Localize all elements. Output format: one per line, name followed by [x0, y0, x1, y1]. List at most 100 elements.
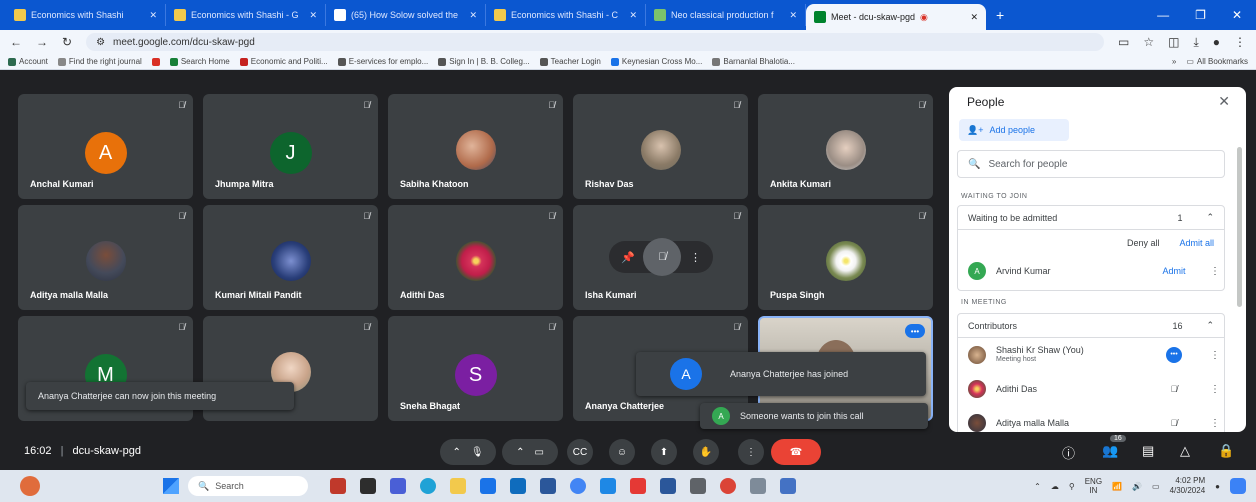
taskview-icon[interactable]: [360, 478, 376, 494]
bookmark[interactable]: Economic and Politi...: [239, 57, 328, 66]
settings-icon[interactable]: [750, 478, 766, 494]
search-people-input[interactable]: 🔍 Search for people: [957, 150, 1225, 178]
add-people-button[interactable]: 👤+ Add people: [959, 119, 1069, 141]
close-tab-icon[interactable]: ✕: [309, 10, 317, 21]
close-window-icon[interactable]: ✕: [1232, 8, 1242, 22]
raise-hand-button[interactable]: ✋: [693, 439, 719, 465]
more-options-icon[interactable]: ⋮: [1206, 418, 1224, 429]
camera-control[interactable]: ⌃ ▭: [502, 439, 558, 465]
edge-icon[interactable]: [420, 478, 436, 494]
chevron-up-icon[interactable]: ⌃: [1034, 482, 1041, 491]
new-tab-icon[interactable]: +: [996, 7, 1004, 23]
chevron-up-icon[interactable]: ⌃: [516, 447, 524, 458]
app-icon[interactable]: [780, 478, 796, 494]
deny-all-button[interactable]: Deny all: [1127, 238, 1160, 248]
taskbar-search[interactable]: 🔍 Search: [188, 476, 308, 496]
app-icon[interactable]: [480, 478, 496, 494]
forward-icon[interactable]: →: [36, 35, 48, 49]
chevron-up-icon[interactable]: ⌃: [1206, 212, 1214, 223]
more-options-icon[interactable]: ⋮: [690, 251, 701, 264]
chrome-icon[interactable]: [570, 478, 586, 494]
participant-tile[interactable]: 🎙̸ Sabiha Khatoon: [388, 94, 563, 199]
close-tab-icon[interactable]: ✕: [970, 12, 978, 23]
meeting-details-icon[interactable]: ⓘ: [1062, 443, 1075, 462]
chevron-up-icon[interactable]: ⌃: [1206, 320, 1214, 331]
participant-tile[interactable]: 🎙̸ S Sneha Bhagat: [388, 316, 563, 421]
participant-tile[interactable]: 🎙̸ Ankita Kumari: [758, 94, 933, 199]
captions-button[interactable]: CC: [567, 439, 593, 465]
app-icon[interactable]: [390, 478, 406, 494]
browser-tab-active[interactable]: Meet - dcu-skaw-pgd ◉ ✕: [806, 4, 986, 30]
bookmark[interactable]: Sign In | B. B. Colleg...: [438, 57, 530, 66]
extensions-icon[interactable]: ◫: [1168, 35, 1179, 50]
file-explorer-icon[interactable]: [450, 478, 466, 494]
bookmark[interactable]: Keynesian Cross Mo...: [610, 57, 702, 66]
host-controls-icon[interactable]: 🔒: [1218, 443, 1234, 459]
store-icon[interactable]: [510, 478, 526, 494]
browser-tab[interactable]: Economics with Shashi ✕: [6, 4, 166, 26]
participant-tile[interactable]: 🎙̸ Rishav Das: [573, 94, 748, 199]
reactions-button[interactable]: ☺: [609, 439, 635, 465]
notification-icon[interactable]: ●: [1215, 482, 1220, 491]
browser-tab[interactable]: Neo classical production f ✕: [646, 4, 806, 26]
participant-tile[interactable]: 🎙̸ J Jhumpa Mitra: [203, 94, 378, 199]
back-icon[interactable]: ←: [10, 35, 22, 49]
mic-off-icon[interactable]: 🎙̸: [1152, 384, 1196, 394]
activities-icon[interactable]: △: [1180, 443, 1190, 459]
bookmark[interactable]: Teacher Login: [539, 57, 601, 66]
participant-tile[interactable]: 🎙̸ 📌 🎙̸ ⋮ Isha Kumari: [573, 205, 748, 310]
bookmark[interactable]: Account: [8, 57, 48, 66]
wifi-icon[interactable]: 📶: [1112, 482, 1122, 491]
participant-tile[interactable]: 🎙̸ Aditya malla Malla: [18, 205, 193, 310]
knock-toast[interactable]: A Someone wants to join this call: [700, 403, 928, 429]
admit-button[interactable]: Admit: [1152, 266, 1196, 276]
mute-participant-icon[interactable]: 🎙̸: [643, 238, 682, 276]
more-options-icon[interactable]: ⋮: [1206, 350, 1224, 361]
browser-tab[interactable]: (65) How Solow solved the ✕: [326, 4, 486, 26]
participant-tile[interactable]: 🎙̸ A Anchal Kumari: [18, 94, 193, 199]
participant-tile[interactable]: 🎙̸ Adithi Das: [388, 205, 563, 310]
pin-icon[interactable]: 📌: [621, 251, 635, 264]
overflow-icon[interactable]: »: [1172, 57, 1176, 66]
app-icon[interactable]: [330, 478, 346, 494]
app-icon[interactable]: [690, 478, 706, 494]
app-icon[interactable]: [600, 478, 616, 494]
panel-scrollbar[interactable]: [1237, 147, 1242, 307]
present-button[interactable]: ⬆: [651, 439, 677, 465]
reload-icon[interactable]: ↻: [62, 35, 72, 49]
waiting-group-header[interactable]: Waiting to be admitted 1 ⌃: [958, 206, 1224, 230]
cast-icon[interactable]: ▭: [1118, 35, 1129, 50]
bookmark[interactable]: Find the right journal: [57, 57, 142, 66]
participant-tile[interactable]: 🎙̸ Kumari Mitali Pandit: [203, 205, 378, 310]
close-icon[interactable]: ✕: [1218, 93, 1230, 110]
mic-off-icon[interactable]: 🎙̸: [1152, 418, 1196, 428]
chat-icon[interactable]: ▤: [1142, 443, 1154, 459]
browser-tab[interactable]: Economics with Shashi - C ✕: [486, 4, 646, 26]
bookmark[interactable]: Barnanlal Bhalotia...: [712, 57, 795, 66]
volume-icon[interactable]: 🔊: [1132, 482, 1142, 491]
chevron-up-icon[interactable]: ⌃: [452, 447, 460, 458]
download-icon[interactable]: ⤓: [1193, 35, 1198, 50]
camera-icon[interactable]: ▭: [534, 447, 543, 458]
bookmark[interactable]: [151, 57, 160, 66]
chrome-icon[interactable]: [720, 478, 736, 494]
leave-call-button[interactable]: ☎: [771, 439, 821, 465]
system-clock[interactable]: 4:02 PM 4/30/2024: [1170, 476, 1206, 496]
more-options-icon[interactable]: ⋮: [1206, 384, 1224, 395]
bookmark[interactable]: Search Home: [169, 57, 230, 66]
battery-icon[interactable]: ▭: [1152, 482, 1160, 491]
more-options-button[interactable]: ⋮: [738, 439, 764, 465]
microphone-icon[interactable]: 🎙: [471, 447, 484, 458]
weather-icon[interactable]: [20, 476, 40, 496]
people-icon[interactable]: 👥: [1102, 443, 1118, 459]
copilot-icon[interactable]: [1230, 478, 1246, 494]
close-tab-icon[interactable]: ✕: [149, 10, 157, 21]
minimize-icon[interactable]: —: [1157, 8, 1169, 22]
address-bar[interactable]: ⚙ meet.google.com/dcu-skaw-pgd: [86, 33, 1104, 51]
app-icon[interactable]: [540, 478, 556, 494]
bookmark[interactable]: E-services for emplo...: [337, 57, 428, 66]
admit-all-button[interactable]: Admit all: [1179, 238, 1214, 248]
restore-icon[interactable]: ❐: [1195, 8, 1206, 22]
all-bookmarks[interactable]: ▭ All Bookmarks: [1186, 57, 1248, 66]
site-info-icon[interactable]: ⚙: [96, 37, 105, 48]
